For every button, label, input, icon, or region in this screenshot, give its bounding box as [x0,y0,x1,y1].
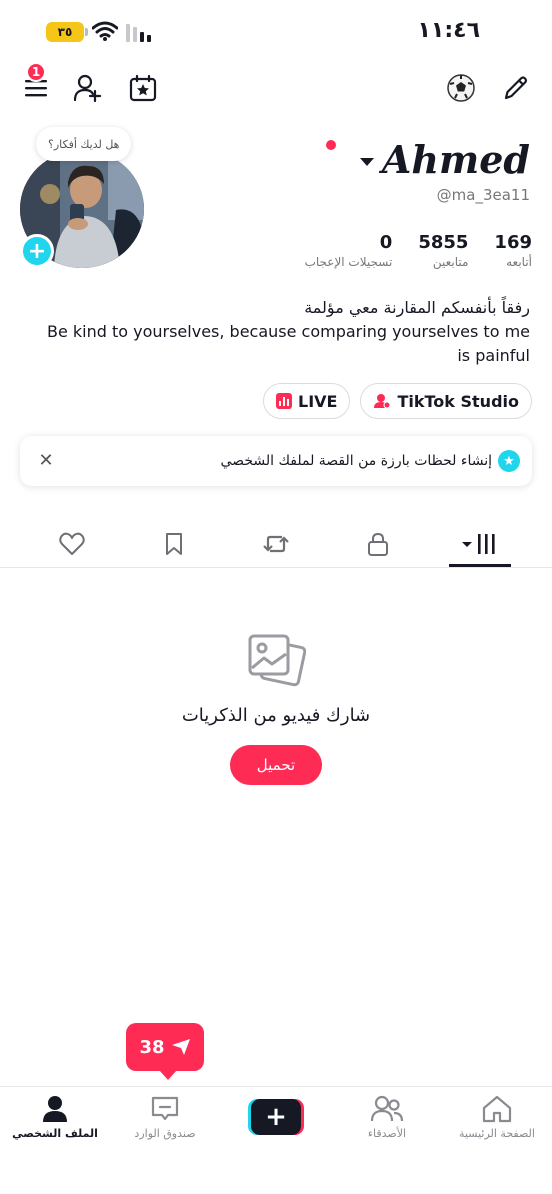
nav-home[interactable]: الصفحة الرئيسية [442,1095,552,1155]
battery-icon: ٣٥ [46,22,88,42]
nav-inbox[interactable]: صندوق الوارد [110,1095,220,1155]
heart-icon [59,532,85,555]
soccer-ball-icon [447,74,475,102]
inbox-count: 38 [139,1036,165,1058]
create-button[interactable]: + [248,1099,304,1135]
nav-inbox-label: صندوق الوارد [134,1127,196,1140]
events-button[interactable] [123,68,163,108]
send-icon [171,1039,190,1055]
repost-icon [263,535,289,553]
tab-private[interactable] [348,526,408,562]
story-highlight-card[interactable]: ★ إنشاء لحظات بارزة من القصة لملفك الشخص… [20,436,532,486]
top-nav: 1 [0,62,552,112]
calendar-star-icon [129,74,157,102]
live-label: LIVE [298,391,338,411]
stat-likes[interactable]: 0 تسجيلات الإعجاب [305,232,393,269]
friends-icon [371,1095,403,1122]
photos-icon [248,634,306,687]
pencil-icon [504,76,528,100]
avatar-container[interactable]: + [20,150,144,268]
tab-favorites[interactable] [144,526,204,562]
bio: رفقاً بأنفسكم المقارنة معي مؤلمة Be kind… [30,296,530,368]
nav-profile[interactable]: الملف الشخصي [0,1095,110,1155]
status-time: ١١:٤٦ [417,18,480,43]
username-handle: @ma_3ea11 [436,186,530,204]
live-dot [325,140,336,150]
name-row[interactable]: Ahmed [325,136,530,182]
live-button[interactable]: LIVE [263,383,351,419]
content-tabs [0,520,552,568]
empty-state-title: شارك فيديو من الذكريات [181,705,371,726]
inbox-icon [151,1096,179,1121]
stat-label: تسجيلات الإعجاب [304,255,393,269]
inbox-notification-popup[interactable]: 38 [126,1023,204,1080]
nav-friends[interactable]: الأصدقاء [332,1095,442,1155]
thought-prompt-bubble[interactable]: هل لديك أفكار؟ [36,127,132,161]
stat-following[interactable]: 169 أتابعه [494,232,532,269]
stat-value: 0 [379,232,393,253]
story-highlight-text: إنشاء لحظات بارزة من القصة لملفك الشخصي [220,453,492,469]
bio-line-english: Be kind to yourselves, because comparing… [46,322,530,365]
active-tab-indicator [449,564,511,567]
studio-icon [374,394,391,409]
tab-reposts[interactable] [246,526,306,562]
add-story-button[interactable]: + [20,234,54,268]
bookmark-icon [166,533,182,555]
home-icon [482,1095,512,1123]
notification-badge: 1 [26,62,46,82]
stat-label: متابعين [432,255,469,269]
soccer-ball-button[interactable] [441,68,481,108]
star-badge-icon: ★ [498,450,520,472]
status-bar: ٣٥ ١١:٤٦ [0,0,552,60]
add-person-icon [73,74,102,102]
nav-friends-label: الأصدقاء [367,1127,407,1140]
profile-icon [43,1096,67,1122]
tiktok-studio-button[interactable]: TikTok Studio [360,383,532,419]
stat-value: 169 [494,232,532,253]
bio-line-arabic: رفقاً بأنفسكم المقارنة معي مؤلمة [304,298,530,317]
edit-profile-button[interactable] [496,68,536,108]
tab-videos[interactable] [450,526,510,562]
add-friend-button[interactable] [68,68,108,108]
tiktok-studio-label: TikTok Studio [397,391,519,411]
menu-button[interactable]: 1 [16,62,56,108]
nav-home-label: الصفحة الرئيسية [459,1127,535,1140]
battery-level: ٣٥ [57,25,73,39]
stat-followers[interactable]: 5855 متابعين [418,232,468,269]
live-chart-icon [276,393,292,409]
tab-liked[interactable] [42,526,102,562]
display-name: Ahmed [381,136,530,182]
lock-icon [368,532,388,556]
stat-label: أتابعه [506,255,532,269]
wifi-icon [92,21,118,41]
profile-actions: TikTok Studio LIVE [263,383,532,419]
thought-prompt-text: هل لديك أفكار؟ [48,137,120,151]
stat-value: 5855 [418,232,469,253]
grid-icon [462,534,495,554]
chevron-down-icon [359,158,374,166]
profile-stats: 169 أتابعه 5855 متابعين 0 تسجيلات الإعجا… [305,232,532,269]
bottom-nav: الصفحة الرئيسية الأصدقاء + صندوق الوارد … [0,1086,552,1194]
plus-icon: + [251,1099,301,1135]
upload-button[interactable]: تحميل [230,745,322,785]
signal-icon [126,24,151,42]
close-icon[interactable]: ✕ [34,448,58,472]
nav-profile-label: الملف الشخصي [12,1127,98,1140]
